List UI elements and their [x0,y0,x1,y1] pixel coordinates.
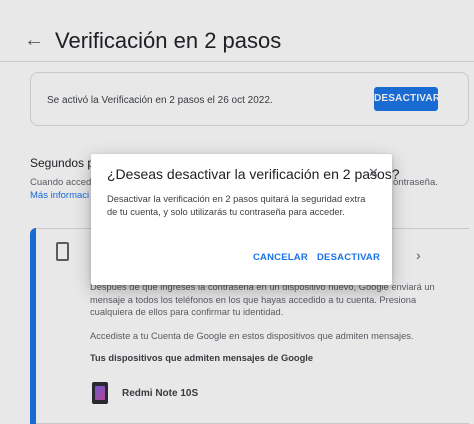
confirm-dialog: ¿Deseas desactivar la verificación en 2 … [91,154,400,285]
dialog-title: ¿Deseas desactivar la verificación en 2 … [107,166,400,182]
close-icon[interactable]: ✕ [368,165,379,181]
confirm-deactivate-button[interactable]: DESACTIVAR [317,252,380,263]
dialog-body: Desactivar la verificación en 2 pasos qu… [107,194,366,217]
cancel-button[interactable]: CANCELAR [253,252,308,263]
